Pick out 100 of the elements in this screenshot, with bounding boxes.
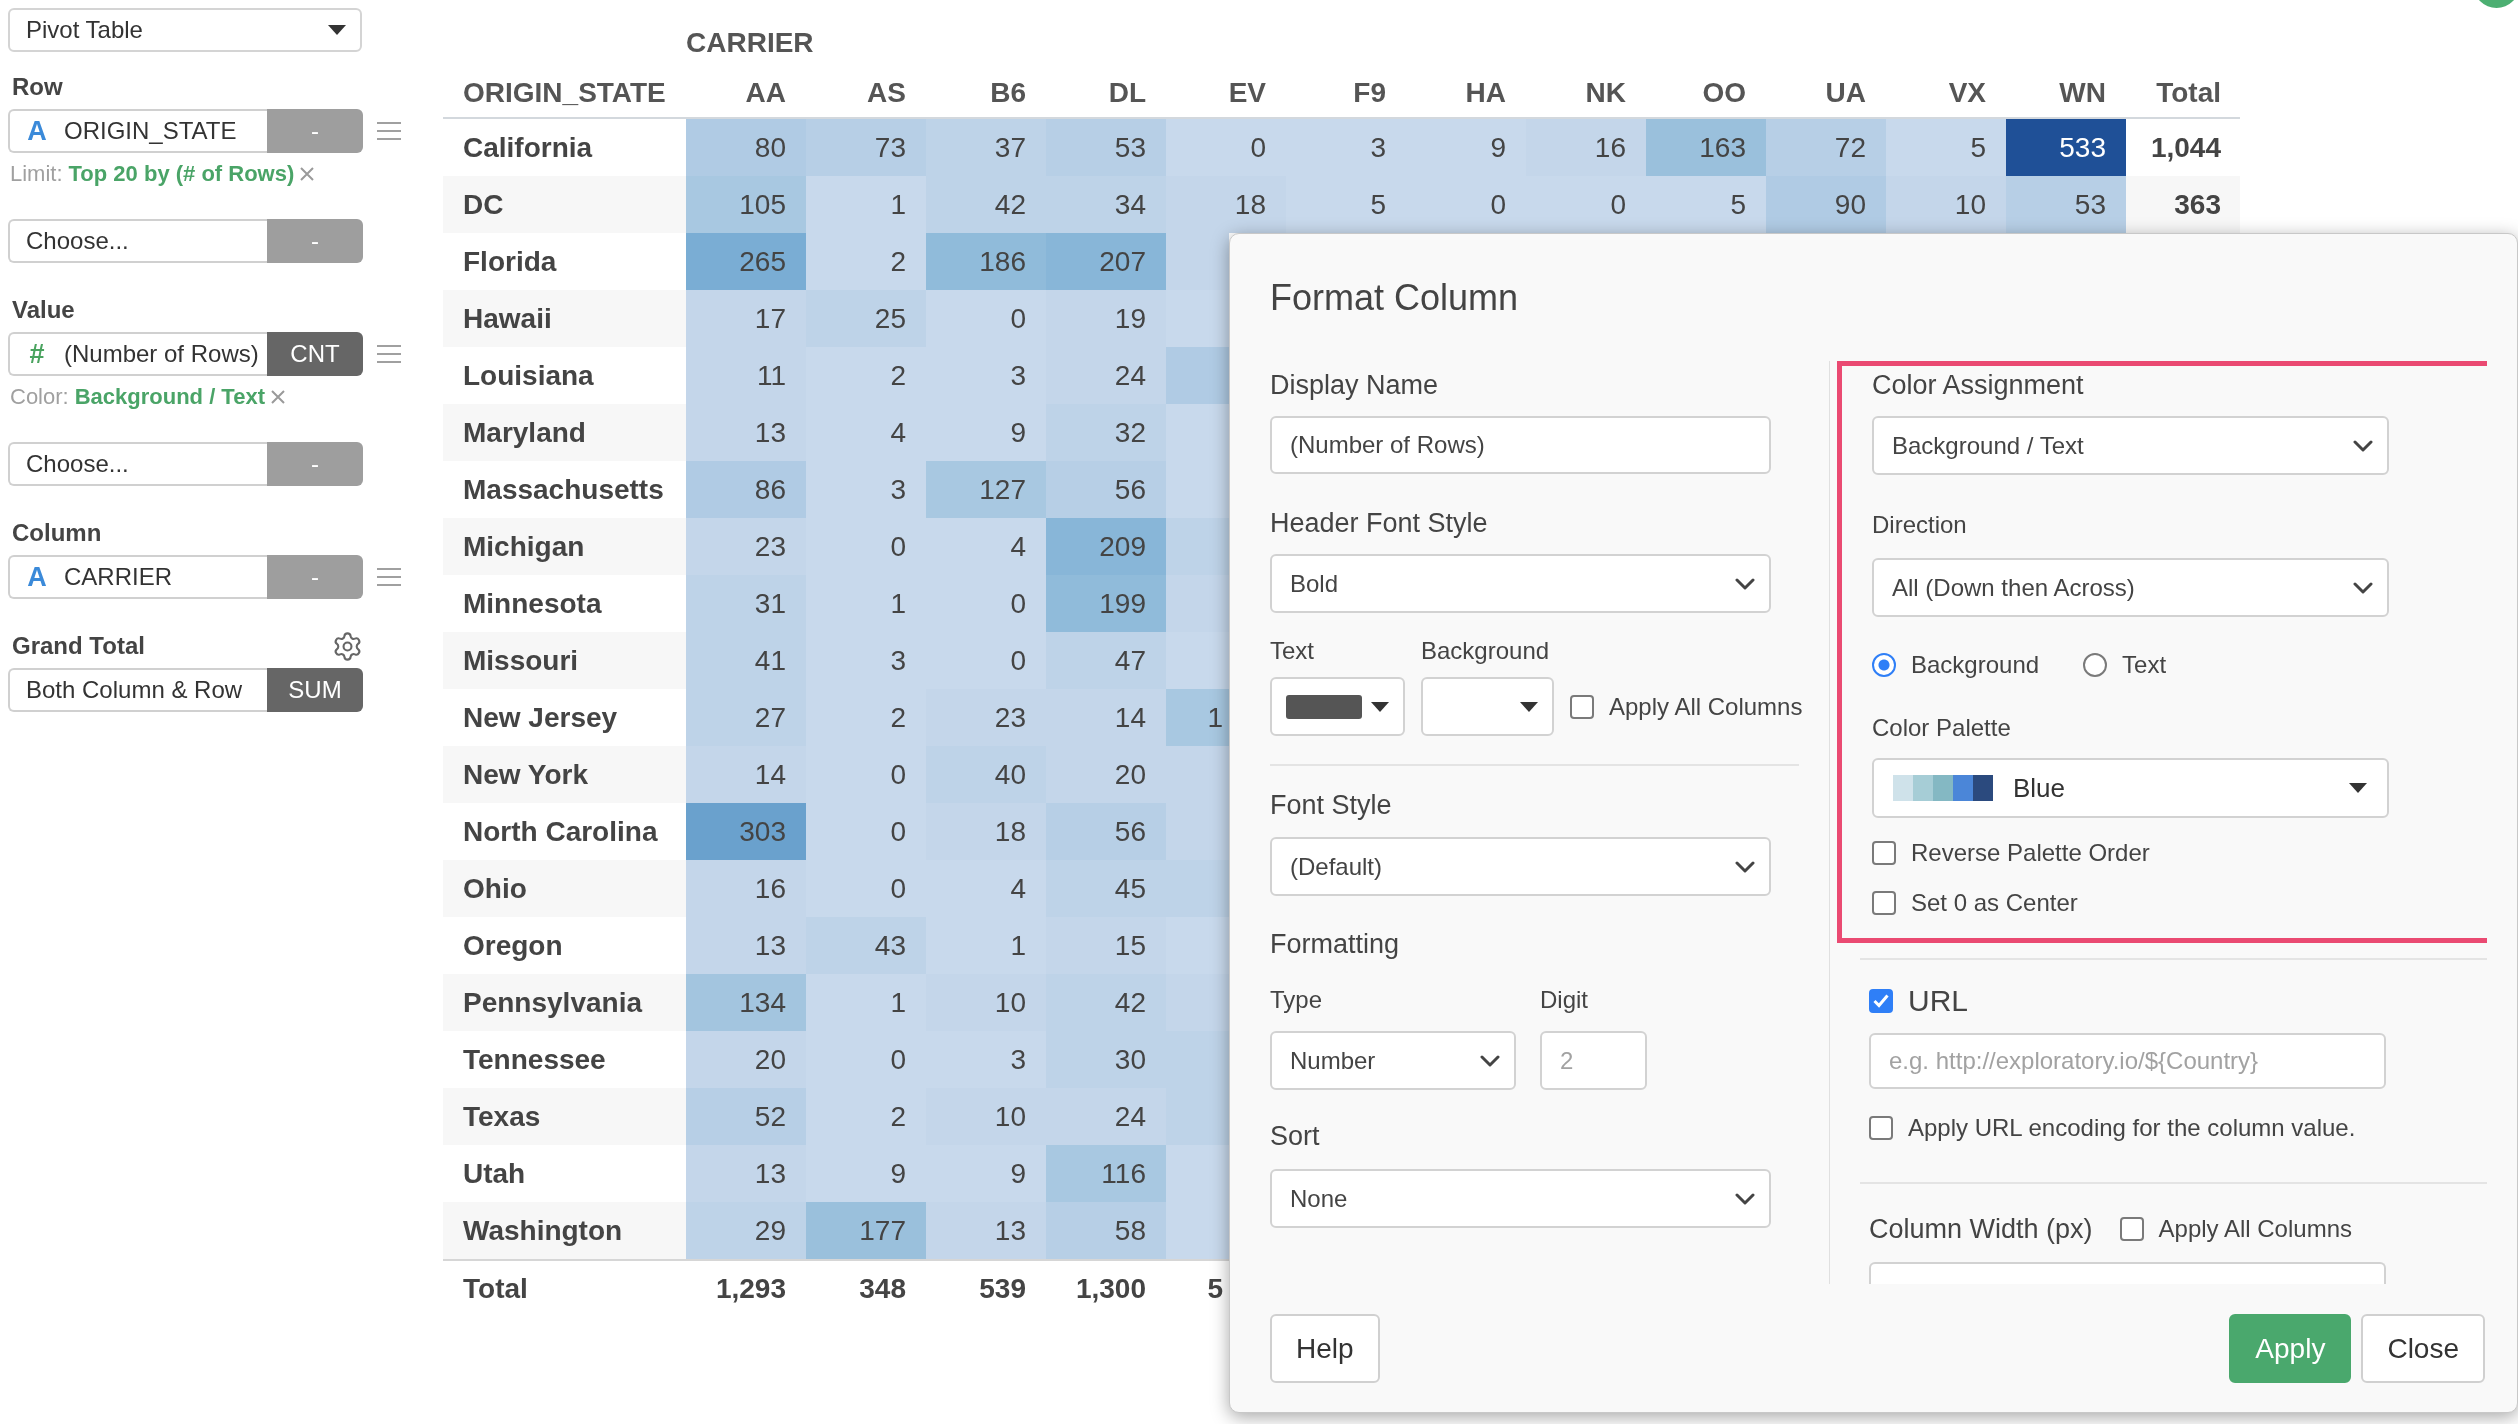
table-cell: 4 [806, 404, 926, 461]
table-cell: 0 [806, 1031, 926, 1088]
table-cell: 29 [686, 1202, 806, 1259]
column-header[interactable]: EV [1166, 76, 1286, 109]
dialog-button[interactable]: Close [2361, 1314, 2485, 1383]
table-cell: 3 [806, 461, 926, 518]
table-cell: 9 [926, 404, 1046, 461]
column-header[interactable]: UA [1766, 76, 1886, 109]
font-style-select[interactable]: (Default) [1270, 837, 1771, 896]
sort-select[interactable]: None [1270, 1169, 1771, 1228]
header-font-style-select[interactable]: Bold [1270, 554, 1771, 613]
table-cell: 20 [1046, 746, 1166, 803]
table-cell: 0 [806, 860, 926, 917]
column-header[interactable]: DL [1046, 76, 1166, 109]
table-cell: 0 [806, 803, 926, 860]
table-cell: 303 [686, 803, 806, 860]
chart-type-select[interactable]: Pivot Table [8, 8, 362, 52]
field-select[interactable]: Both Column & Row [8, 668, 267, 712]
table-cell: 163 [1646, 119, 1766, 176]
table-cell: 58 [1046, 1202, 1166, 1259]
settings-icon[interactable] [333, 631, 362, 661]
setting-label: Limit: [10, 161, 63, 187]
table-cell: 116 [1046, 1145, 1166, 1202]
column-header[interactable]: AA [686, 76, 806, 109]
dialog-button[interactable]: Help [1270, 1314, 1380, 1383]
table-cell: 23 [686, 518, 806, 575]
type-symbol: # [28, 338, 46, 370]
row-label: Hawaii [443, 290, 686, 347]
checkbox[interactable] [1869, 1116, 1893, 1140]
table-cell: 73 [806, 119, 926, 176]
display-name-input[interactable]: (Number of Rows) [1270, 416, 1771, 474]
close-icon[interactable] [300, 167, 315, 181]
table-cell: 0 [926, 575, 1046, 632]
section-title: Value [11, 296, 75, 324]
column-header[interactable]: WN [2006, 76, 2126, 109]
row-label: Missouri [443, 632, 686, 689]
column-header[interactable]: Total [2126, 76, 2240, 109]
table-cell: 9 [806, 1145, 926, 1202]
column-header[interactable]: F9 [1286, 76, 1406, 109]
type-select[interactable]: Number [1270, 1031, 1516, 1090]
color-picker[interactable] [1421, 677, 1554, 736]
checkbox[interactable] [1570, 694, 1594, 719]
row-label: New York [443, 746, 686, 803]
field-label: Type [1270, 985, 1323, 1015]
column-header[interactable]: B6 [926, 76, 1046, 109]
color-assignment-select[interactable]: Background / Text [1872, 416, 2389, 475]
palette-select[interactable]: Blue [1872, 758, 2389, 818]
radio-button[interactable] [1872, 653, 1896, 677]
table-cell: 14 [686, 746, 806, 803]
table-cell: 10 [926, 974, 1046, 1031]
radio-label: Background [1911, 651, 2040, 679]
radio-label: Text [2122, 651, 2167, 679]
table-cell: 2 [806, 1088, 926, 1145]
table-cell: 41 [686, 632, 806, 689]
table-cell: 186 [926, 233, 1046, 290]
row-label: Maryland [443, 404, 686, 461]
chevron-down-icon [2353, 581, 2373, 594]
table-cell: 0 [926, 632, 1046, 689]
checkbox[interactable] [1872, 841, 1896, 865]
total-cell-text: 539 [978, 1271, 1027, 1306]
checkbox[interactable] [1872, 891, 1896, 915]
column-header[interactable]: OO [1646, 76, 1766, 109]
checkbox-label: Set 0 as Center [1911, 889, 2078, 917]
checkmark-icon [1873, 994, 1889, 1008]
aggregate-button[interactable]: CNT [267, 332, 363, 376]
table-cell: 20 [686, 1031, 806, 1088]
column-header[interactable]: VX [1886, 76, 2006, 109]
column-header[interactable]: HA [1406, 76, 1526, 109]
table-cell: 56 [1046, 803, 1166, 860]
color-picker[interactable] [1270, 677, 1405, 736]
table-cell: 18 [926, 803, 1046, 860]
field-label: Sort [1270, 1120, 1320, 1153]
table-cell: 27 [686, 689, 806, 746]
checkbox[interactable] [1869, 989, 1893, 1013]
table-cell: 105 [686, 176, 806, 233]
field-select[interactable]: # (Number of Rows) [8, 332, 267, 376]
caret-icon [2349, 783, 2367, 793]
table-cell: 42 [1046, 974, 1166, 1031]
caret-icon [1520, 701, 1538, 712]
table-cell: 10 [1886, 176, 2006, 233]
radio-button[interactable] [2083, 653, 2108, 677]
table-cell: 53 [2006, 176, 2126, 233]
total-cell-text: 5 [1206, 1271, 1224, 1306]
table-cell: 23 [926, 689, 1046, 746]
palette-swatch-icon [1893, 775, 1993, 801]
total-cell-text: 1,293 [714, 1271, 787, 1306]
column-header[interactable]: AS [806, 76, 926, 109]
table-cell: 5 [1286, 176, 1406, 233]
field-label: Display Name [1270, 369, 1439, 402]
column-header[interactable]: NK [1526, 76, 1646, 109]
direction-select[interactable]: All (Down then Across) [1872, 558, 2389, 617]
aggregate-button[interactable]: SUM [267, 668, 363, 712]
row-label: Texas [443, 1088, 686, 1145]
checkbox[interactable] [2119, 1217, 2144, 1241]
table-cell: 19 [1046, 290, 1166, 347]
menu-icon[interactable] [377, 345, 401, 363]
total-cell-text: 348 [858, 1271, 907, 1306]
close-icon[interactable] [271, 390, 285, 404]
width-input-field[interactable] [1869, 1262, 2386, 1284]
row-label: Washington [443, 1202, 686, 1259]
